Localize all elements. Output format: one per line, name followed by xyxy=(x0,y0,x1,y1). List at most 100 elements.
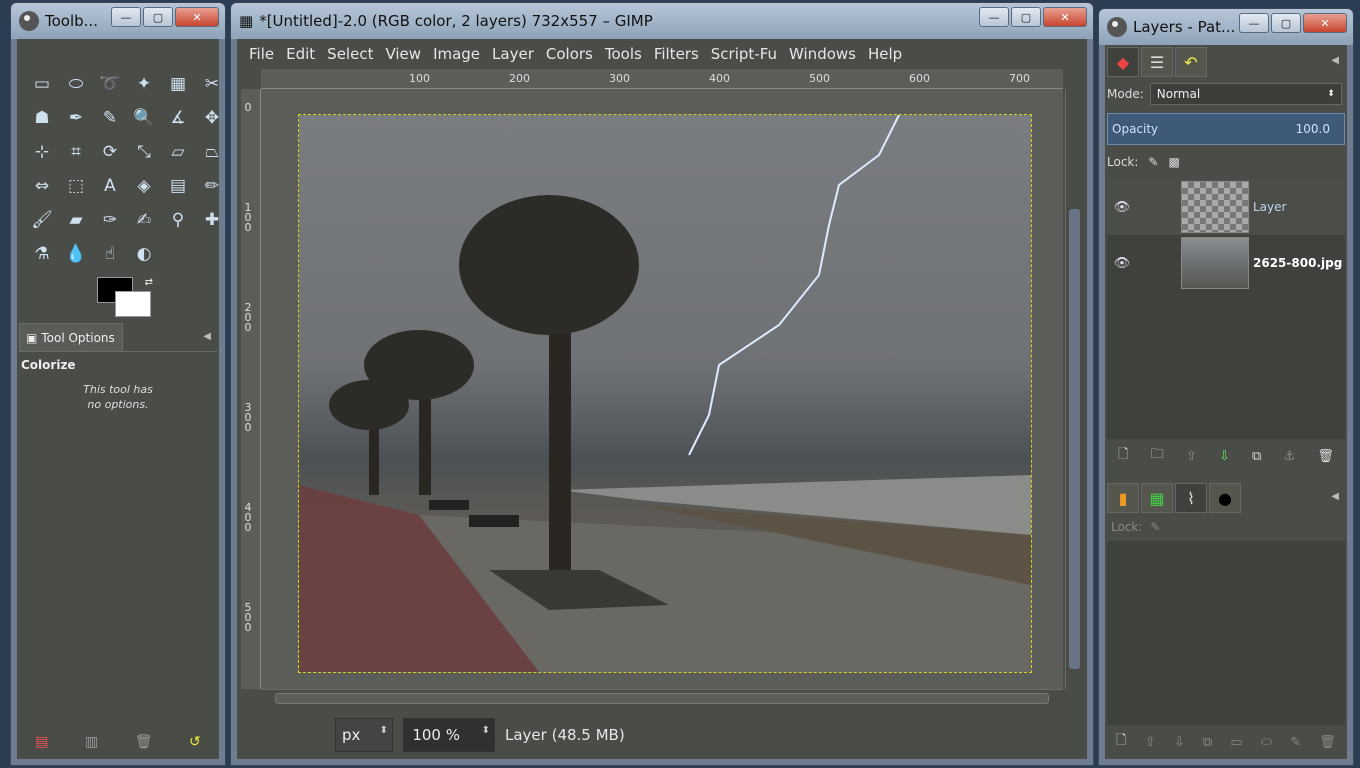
horizontal-scrollbar[interactable] xyxy=(261,689,1063,707)
lower-path-icon[interactable]: ⇩ xyxy=(1174,735,1185,750)
tab-brushes[interactable]: ▮ xyxy=(1107,483,1139,513)
tab-paths[interactable]: ⌇ xyxy=(1175,483,1207,513)
vertical-scrollbar[interactable] xyxy=(1065,89,1083,689)
unit-select[interactable]: px ⬍ xyxy=(335,718,393,752)
lock-alpha-icon[interactable]: ▩ xyxy=(1168,155,1179,169)
save-options-icon[interactable]: ▤ xyxy=(35,734,48,750)
minimize-button[interactable]: — xyxy=(1239,13,1269,33)
dodge-burn-icon[interactable]: ◐ xyxy=(127,237,161,271)
horizontal-ruler[interactable]: 100 200 300 400 500 600 700 xyxy=(261,69,1063,89)
blend-icon[interactable]: ▤ xyxy=(161,169,195,203)
menu-filters[interactable]: Filters xyxy=(648,45,705,63)
perspective-clone-icon[interactable]: ⚗ xyxy=(25,237,59,271)
new-layer-icon[interactable]: 🗋 xyxy=(1118,445,1128,467)
select-by-color-icon[interactable]: ▦ xyxy=(161,67,195,101)
tab-layers[interactable]: ◆ xyxy=(1107,47,1139,77)
menu-file[interactable]: File xyxy=(243,45,280,63)
reset-options-icon[interactable]: ↺ xyxy=(189,734,201,750)
menu-edit[interactable]: Edit xyxy=(280,45,321,63)
tab-undo[interactable]: ↶ xyxy=(1175,47,1207,77)
dock2-menu-icon[interactable]: ◀ xyxy=(1331,491,1339,502)
tab-menu-icon[interactable]: ◀ xyxy=(203,331,211,342)
measure-icon[interactable]: ∡ xyxy=(161,101,195,135)
layer-row[interactable]: 👁 2625-800.jpg xyxy=(1107,235,1345,291)
duplicate-path-icon[interactable]: ⧉ xyxy=(1203,735,1212,750)
smudge-icon[interactable]: ☝ xyxy=(93,237,127,271)
menu-tools[interactable]: Tools xyxy=(599,45,648,63)
menu-windows[interactable]: Windows xyxy=(783,45,862,63)
maximize-button[interactable]: ▢ xyxy=(1271,13,1301,33)
lock-path-icon[interactable]: ✎ xyxy=(1150,520,1160,534)
mode-select[interactable]: Normal ⬍ xyxy=(1149,83,1342,105)
menu-layer[interactable]: Layer xyxy=(486,45,540,63)
new-path-icon[interactable]: 🗋 xyxy=(1116,731,1126,753)
align-icon[interactable]: ⊹ xyxy=(25,135,59,169)
menu-view[interactable]: View xyxy=(379,45,427,63)
raise-layer-icon[interactable]: ⇧ xyxy=(1186,449,1197,464)
tab-patterns[interactable]: ▦ xyxy=(1141,483,1173,513)
fg-bg-colors[interactable]: ⇄ xyxy=(97,277,153,321)
scale-icon[interactable]: ⤡ xyxy=(127,135,161,169)
blur-sharpen-icon[interactable]: 💧 xyxy=(59,237,93,271)
rotate-icon[interactable]: ⟳ xyxy=(93,135,127,169)
text-icon[interactable]: A xyxy=(93,169,127,203)
image-canvas[interactable] xyxy=(299,115,1031,672)
visibility-eye-icon[interactable]: 👁 xyxy=(1107,200,1137,215)
menu-colors[interactable]: Colors xyxy=(540,45,599,63)
delete-path-icon[interactable]: 🗑 xyxy=(1319,735,1336,750)
raise-path-icon[interactable]: ⇧ xyxy=(1145,735,1156,750)
layer-name[interactable]: Layer xyxy=(1253,200,1286,214)
paths-icon[interactable]: ✒ xyxy=(59,101,93,135)
layer-name[interactable]: 2625-800.jpg xyxy=(1253,256,1342,270)
free-select-icon[interactable]: ➰ xyxy=(93,67,127,101)
swap-colors-icon[interactable]: ⇄ xyxy=(145,277,153,288)
menu-image[interactable]: Image xyxy=(427,45,486,63)
tab-channels[interactable]: ☰ xyxy=(1141,47,1173,77)
delete-options-icon[interactable]: 🗑 xyxy=(135,734,153,750)
background-color-swatch[interactable] xyxy=(115,291,151,317)
restore-options-icon[interactable]: ▥ xyxy=(85,734,98,750)
ink-icon[interactable]: ✍ xyxy=(127,203,161,237)
duplicate-layer-icon[interactable]: ⧉ xyxy=(1252,449,1261,464)
anchor-layer-icon[interactable]: ⚓ xyxy=(1284,449,1296,464)
layers-window-titlebar[interactable]: Layers - Pat... — ▢ ✕ xyxy=(1099,9,1353,45)
minimize-button[interactable]: — xyxy=(979,7,1009,27)
move-icon[interactable]: ✥ xyxy=(195,101,229,135)
paintbrush-icon[interactable]: 🖌 xyxy=(25,203,59,237)
color-picker-icon[interactable]: ✎ xyxy=(93,101,127,135)
new-layer-group-icon[interactable]: 🗀 xyxy=(1151,445,1164,467)
selection-to-path-icon[interactable]: ⬭ xyxy=(1261,735,1272,750)
flip-icon[interactable]: ⇔ xyxy=(25,169,59,203)
opacity-slider[interactable]: Opacity 100.0 xyxy=(1107,113,1345,145)
menu-script-fu[interactable]: Script-Fu xyxy=(705,45,783,63)
zoom-icon[interactable]: 🔍 xyxy=(127,101,161,135)
close-button[interactable]: ✕ xyxy=(1303,13,1347,33)
tab-tool-options[interactable]: ▣ Tool Options xyxy=(19,323,123,351)
canvas-area[interactable] xyxy=(261,89,1063,689)
foreground-select-icon[interactable]: ☗ xyxy=(25,101,59,135)
close-button[interactable]: ✕ xyxy=(1043,7,1087,27)
lower-layer-icon[interactable]: ⇩ xyxy=(1219,449,1230,464)
lock-pixels-icon[interactable]: ✎ xyxy=(1148,155,1158,169)
visibility-eye-icon[interactable]: 👁 xyxy=(1107,256,1137,271)
cage-transform-icon[interactable]: ⬚ xyxy=(59,169,93,203)
bucket-fill-icon[interactable]: ◈ xyxy=(127,169,161,203)
stroke-path-icon[interactable]: ✎ xyxy=(1290,735,1301,750)
layer-row[interactable]: 👁 Layer xyxy=(1107,179,1345,235)
crop-icon[interactable]: ⌗ xyxy=(59,135,93,169)
airbrush-icon[interactable]: ✑ xyxy=(93,203,127,237)
perspective-icon[interactable]: ⏢ xyxy=(195,135,229,169)
path-to-selection-icon[interactable]: ▭ xyxy=(1230,735,1242,750)
minimize-button[interactable]: — xyxy=(111,7,141,27)
ellipse-select-icon[interactable]: ⬭ xyxy=(59,67,93,101)
shear-icon[interactable]: ▱ xyxy=(161,135,195,169)
maximize-button[interactable]: ▢ xyxy=(1011,7,1041,27)
rect-select-icon[interactable]: ▭ xyxy=(25,67,59,101)
image-window-titlebar[interactable]: ▦ *[Untitled]-2.0 (RGB color, 2 layers) … xyxy=(231,3,1093,39)
scissors-select-icon[interactable]: ✂ xyxy=(195,67,229,101)
horizontal-scroll-thumb[interactable] xyxy=(275,693,1049,704)
menu-help[interactable]: Help xyxy=(862,45,908,63)
pencil-icon[interactable]: ✏ xyxy=(195,169,229,203)
menu-select[interactable]: Select xyxy=(321,45,379,63)
tab-fonts[interactable]: ● xyxy=(1209,483,1241,513)
